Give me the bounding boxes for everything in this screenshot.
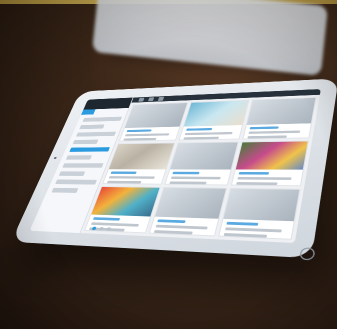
article-card[interactable] [242,97,317,140]
sidebar-item[interactable] [62,163,104,168]
article-text [108,176,155,179]
article-image [169,142,238,170]
article-image [247,97,316,125]
article-image [108,143,174,170]
article-image [91,186,160,217]
article-text [247,135,287,139]
article-card[interactable] [118,102,188,142]
article-text [184,131,233,136]
article-text [106,180,142,184]
article-text [225,227,283,233]
article-text [155,224,208,230]
article-text [170,176,221,180]
article-image [183,100,249,127]
article-text [223,233,267,238]
sidebar-item[interactable] [65,155,92,160]
sidebar-item-active[interactable] [69,147,110,152]
sidebar-item[interactable] [82,116,123,122]
article-card[interactable] [102,142,175,185]
sidebar-item[interactable] [58,171,86,176]
home-button[interactable] [299,247,316,261]
article-text [248,130,301,134]
sidebar-item[interactable] [51,187,79,193]
sidebar-item[interactable] [76,131,117,137]
article-card[interactable] [148,187,228,237]
article-text [168,181,207,185]
article-category [185,127,213,131]
article-category [172,171,200,175]
sidebar-item[interactable] [72,139,99,145]
sidebar-header [83,97,133,110]
article-card[interactable] [218,187,301,240]
article-image [223,188,300,222]
article-image [236,141,308,170]
article-card[interactable] [178,99,250,141]
sidebar-item[interactable] [79,124,105,130]
article-text [124,133,170,137]
tablet-screen [29,89,321,243]
sidebar-item[interactable] [55,179,97,185]
article-category [110,171,137,174]
article-card[interactable] [164,141,240,186]
pager-dots [91,226,112,231]
article-category [226,221,259,226]
article-image [124,103,187,129]
tablet-device [11,78,337,261]
article-category [126,129,152,133]
article-card[interactable] [231,140,309,187]
share-icon[interactable] [157,96,165,101]
camera-dot [53,156,57,160]
article-category [249,126,279,130]
article-text [236,182,278,186]
search-icon[interactable] [147,97,155,102]
article-image [154,187,227,219]
article-text [237,177,292,180]
article-category [238,172,270,175]
article-text [123,137,157,141]
sidebar-accent [81,109,96,115]
article-category [156,219,187,224]
tablet-perspective [0,55,337,315]
pager-dot[interactable] [98,226,104,231]
article-text [182,136,219,140]
article-text [153,230,193,235]
article-category [92,217,120,221]
pager-dot-active[interactable] [91,226,97,231]
